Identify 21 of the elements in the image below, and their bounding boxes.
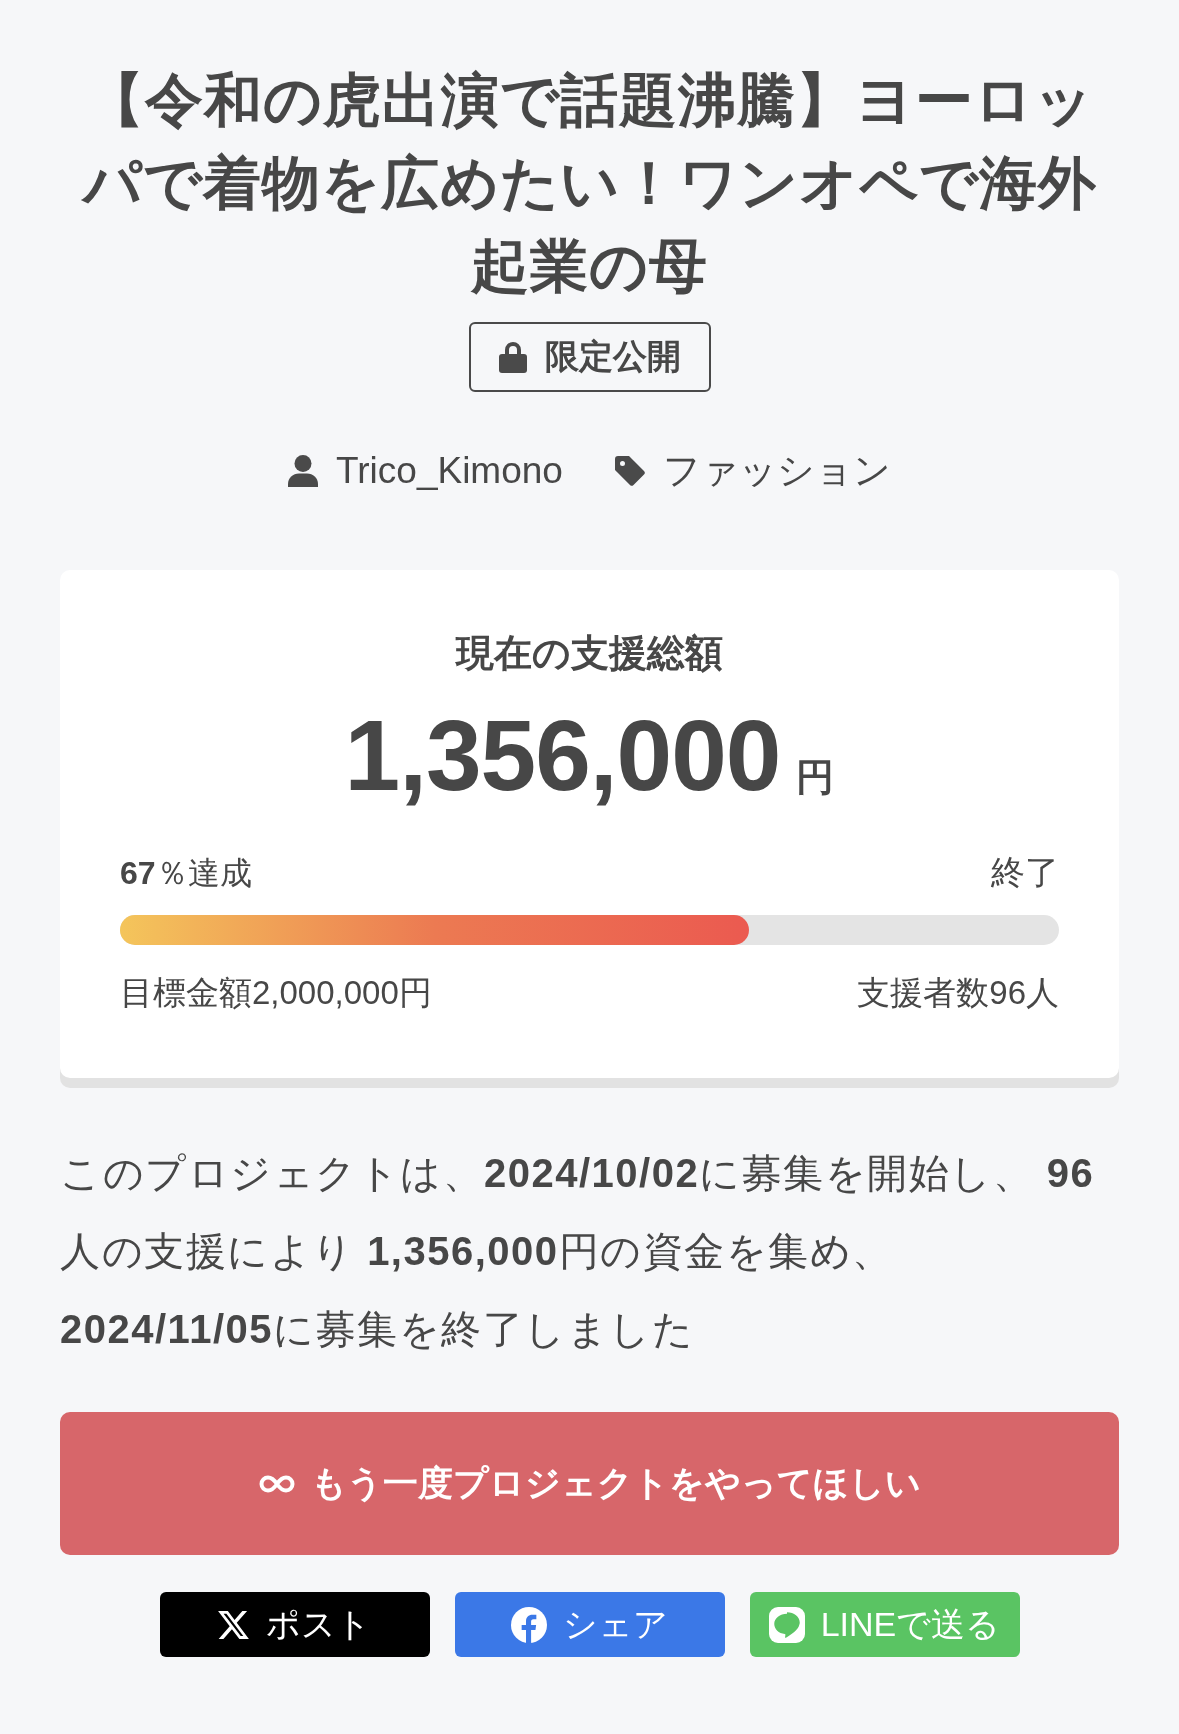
person-icon [288, 455, 319, 487]
total-amount: 1,356,000 [344, 698, 781, 813]
tag-icon [614, 456, 645, 486]
funding-heading: 現在の支援総額 [454, 631, 724, 676]
post-button[interactable]: ポスト [159, 1592, 430, 1657]
lock-icon [498, 341, 527, 373]
project-title: 【令和の虎出演で話題沸騰】ヨーロッパで着物を広めたい！ワンオペで海外起業の母 [80, 66, 1098, 300]
encore-button[interactable]: もう一度プロジェクトをやってほしい [60, 1412, 1119, 1555]
visibility-label: 限定公開 [544, 336, 681, 377]
status-label: 終了 [991, 852, 1059, 893]
category-link[interactable]: ファッション [662, 446, 891, 496]
x-logo-icon [218, 1610, 250, 1639]
facebook-icon [511, 1606, 547, 1643]
infinity-icon [258, 1474, 295, 1493]
facebook-share-button[interactable]: シェア [454, 1592, 725, 1657]
supporter-count: 支援者数96人 [857, 973, 1059, 1013]
author-link[interactable]: Trico_Kimono [336, 450, 563, 492]
project-summary: このプロジェクトは、2024/10/02に募集を開始し、 96人の支援により 1,356,000円の資金を集め、 2024/11/05に募集を終了しました [60, 1150, 1096, 1353]
currency-unit: 円 [796, 755, 835, 800]
achievement-rate: 67％達成 [120, 854, 252, 893]
goal-amount: 目標金額2,000,000円 [120, 973, 432, 1013]
